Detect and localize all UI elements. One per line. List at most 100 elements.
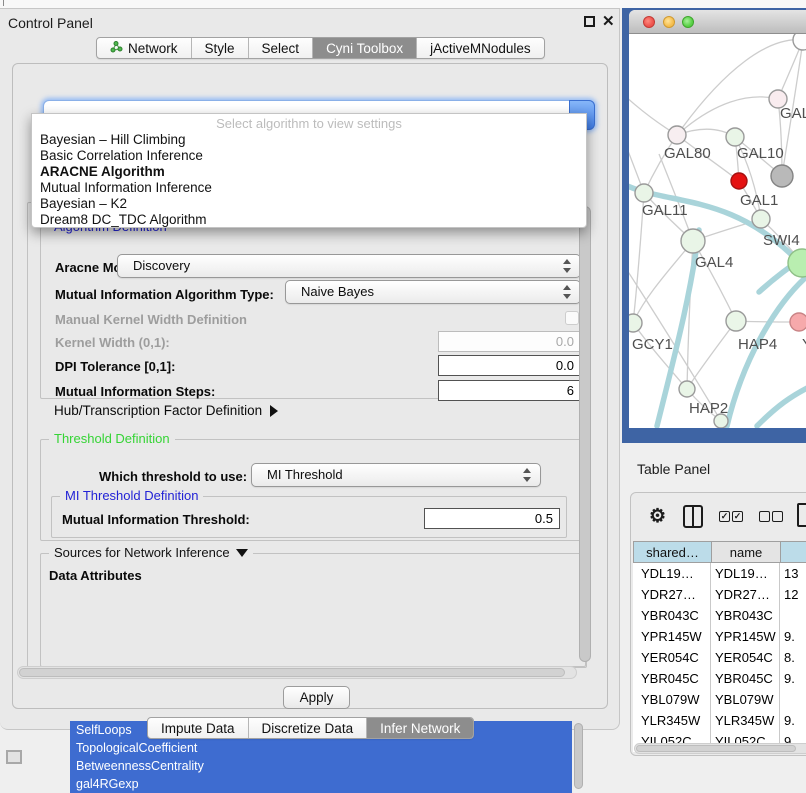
checked-checkbox-icon[interactable]: ✓ [732,511,743,522]
mi-threshold-field[interactable]: 0.5 [424,508,560,529]
float-window-icon[interactable] [584,16,595,27]
kernel-width-field[interactable]: 0.0 [438,331,581,352]
aracne-mode-combo[interactable]: Discovery [117,254,581,278]
column-header-2[interactable] [781,542,806,562]
tab-cyni-toolbox[interactable]: Cyni Toolbox [312,38,416,58]
network-window-titlebar[interactable] [629,10,806,34]
dropdown-item-bayesian-hill-climbing[interactable]: Bayesian – Hill Climbing [32,132,586,148]
tab-label: jActiveMNodules [430,41,531,56]
dropdown-item-dream8-dc-tdc-algorithm[interactable]: Dream8 DC_TDC Algorithm [32,212,586,228]
dropdown-item-mutual-information-inference[interactable]: Mutual Information Inference [32,180,586,196]
table-row[interactable]: YBL079WYBL079W [633,689,806,710]
dropdown-item-bayesian-k2[interactable]: Bayesian – K2 [32,196,586,212]
table-cell [780,605,806,626]
network-node-gal4[interactable] [681,229,705,253]
network-node-gal10[interactable] [726,128,744,146]
network-node-gcy1[interactable] [629,314,642,332]
dropdown-placeholder: Select algorithm to view settings [32,116,586,132]
hub-definition-expander[interactable]: Hub/Transcription Factor Definition [54,403,278,418]
tab-select[interactable]: Select [248,38,313,58]
network-node-label: SWI4 [763,232,800,249]
algorithm-dropdown-popup: Select algorithm to view settings Bayesi… [31,113,587,228]
network-node-label: GAL [780,105,806,122]
cyni-bottom-tabbar: Impute DataDiscretize DataInfer Network [147,717,474,739]
settings-hscroll-track[interactable] [17,666,577,679]
column-header-shared[interactable]: shared… [634,542,712,562]
apply-button[interactable]: Apply [283,686,350,709]
which-threshold-combo[interactable]: MI Threshold [251,463,541,487]
table-hscroll-track[interactable] [634,743,806,754]
mi-steps-field[interactable]: 6 [438,380,581,401]
mi-threshold-definition-title: MI Threshold Definition [60,488,203,503]
top-strip [0,0,806,8]
network-node-y[interactable] [790,313,806,331]
tab-network[interactable]: Network [97,38,191,58]
network-node-gal80[interactable] [668,126,686,144]
table-panel-window: ⚙ ✓ ✓ shared…name YDL19…YDL19…13YDR27…YD… [630,492,806,756]
table-row[interactable]: YDR27…YDR27…12 [633,584,806,605]
sources-group-title[interactable]: Sources for Network Inference [49,545,253,560]
attribute-item-betweennesscentrality[interactable]: BetweennessCentrality [70,757,572,775]
sources-title-text: Sources for Network Inference [54,545,230,560]
table-cell: YPR145W [633,626,711,647]
network-node-hap4[interactable] [726,311,746,331]
dpi-tolerance-label: DPI Tolerance [0,1]: [55,359,175,374]
mi-type-combo[interactable]: Naive Bayes [285,280,581,304]
network-edge [687,321,736,389]
table-cell [780,689,806,710]
network-node-label: GAL80 [664,145,711,162]
columns-icon[interactable] [683,505,703,528]
table-cell: YDL19… [633,563,711,584]
algorithm-definition-group: Algorithm Definition Aracne Mode: Discov… [40,227,582,399]
attribute-item-gal4rgexp[interactable]: gal4RGexp [70,775,572,793]
attribute-item-topologicalcoefficient[interactable]: TopologicalCoefficient [70,739,572,757]
table-row[interactable]: YBR043CYBR043C [633,605,806,626]
kernel-width-label: Kernel Width (0,1): [55,335,170,350]
table-cell: YBR045C [633,668,711,689]
dpi-tolerance-field[interactable]: 0.0 [438,355,581,376]
network-canvas[interactable]: GALGAL80GAL10GAL1GAL11SWI4GAL4GCY1HAP4YH… [629,34,806,428]
table-row[interactable]: YBR045CYBR045C9. [633,668,806,689]
table-hscroll-thumb[interactable] [636,745,796,752]
settings-hscroll-thumb[interactable] [19,668,565,677]
table-row[interactable]: YLR345WYLR345W9. [633,710,806,731]
dropdown-item-basic-correlation-inference[interactable]: Basic Correlation Inference [32,148,586,164]
top-tick [3,0,4,6]
network-node[interactable] [793,34,806,50]
network-node[interactable] [731,173,747,189]
table-row[interactable]: YPR145WYPR145W9. [633,626,806,647]
expand-right-icon [270,405,278,417]
table-row[interactable]: YDL19…YDL19…13 [633,563,806,584]
unchecked-checkbox-icon[interactable] [759,511,770,522]
document-icon[interactable] [797,503,806,527]
threshold-definition-group: Threshold Definition Which threshold to … [40,439,582,541]
network-node-gal1[interactable] [752,210,770,228]
checked-checkbox-icon[interactable]: ✓ [719,511,730,522]
dropdown-item-aracne-algorithm[interactable]: ARACNE Algorithm [32,164,586,180]
network-node-label: GAL4 [695,254,733,271]
tab-impute-data[interactable]: Impute Data [148,718,248,738]
network-node-gal11[interactable] [635,184,653,202]
mac-close-icon[interactable] [643,16,655,28]
data-attributes-label: Data Attributes [49,568,142,583]
attribute-list-scrollbar[interactable] [574,723,583,789]
table-cell: YBR043C [711,605,780,626]
settings-scrollbar[interactable] [579,206,591,662]
tab-jactivemnodules[interactable]: jActiveMNodules [416,38,544,58]
tab-style[interactable]: Style [191,38,248,58]
tab-infer-network[interactable]: Infer Network [366,718,473,738]
mac-zoom-icon[interactable] [682,16,694,28]
tab-label: Network [128,41,178,56]
mac-minimize-icon[interactable] [663,16,675,28]
column-header-name[interactable]: name [712,542,781,562]
network-node-hap2[interactable] [679,381,695,397]
manual-kernel-checkbox[interactable] [565,311,579,325]
table-row[interactable]: YER054CYER054C8. [633,647,806,668]
unchecked-checkbox-icon[interactable] [772,511,783,522]
network-node[interactable] [771,165,793,187]
dropdown-item-list: Bayesian – Hill ClimbingBasic Correlatio… [32,132,586,229]
tab-discretize-data[interactable]: Discretize Data [248,718,367,738]
control-panel: Control Panel ✕ NetworkStyleSelectCyni T… [0,8,620,730]
close-icon[interactable]: ✕ [602,12,615,30]
gear-icon[interactable]: ⚙ [649,505,666,528]
